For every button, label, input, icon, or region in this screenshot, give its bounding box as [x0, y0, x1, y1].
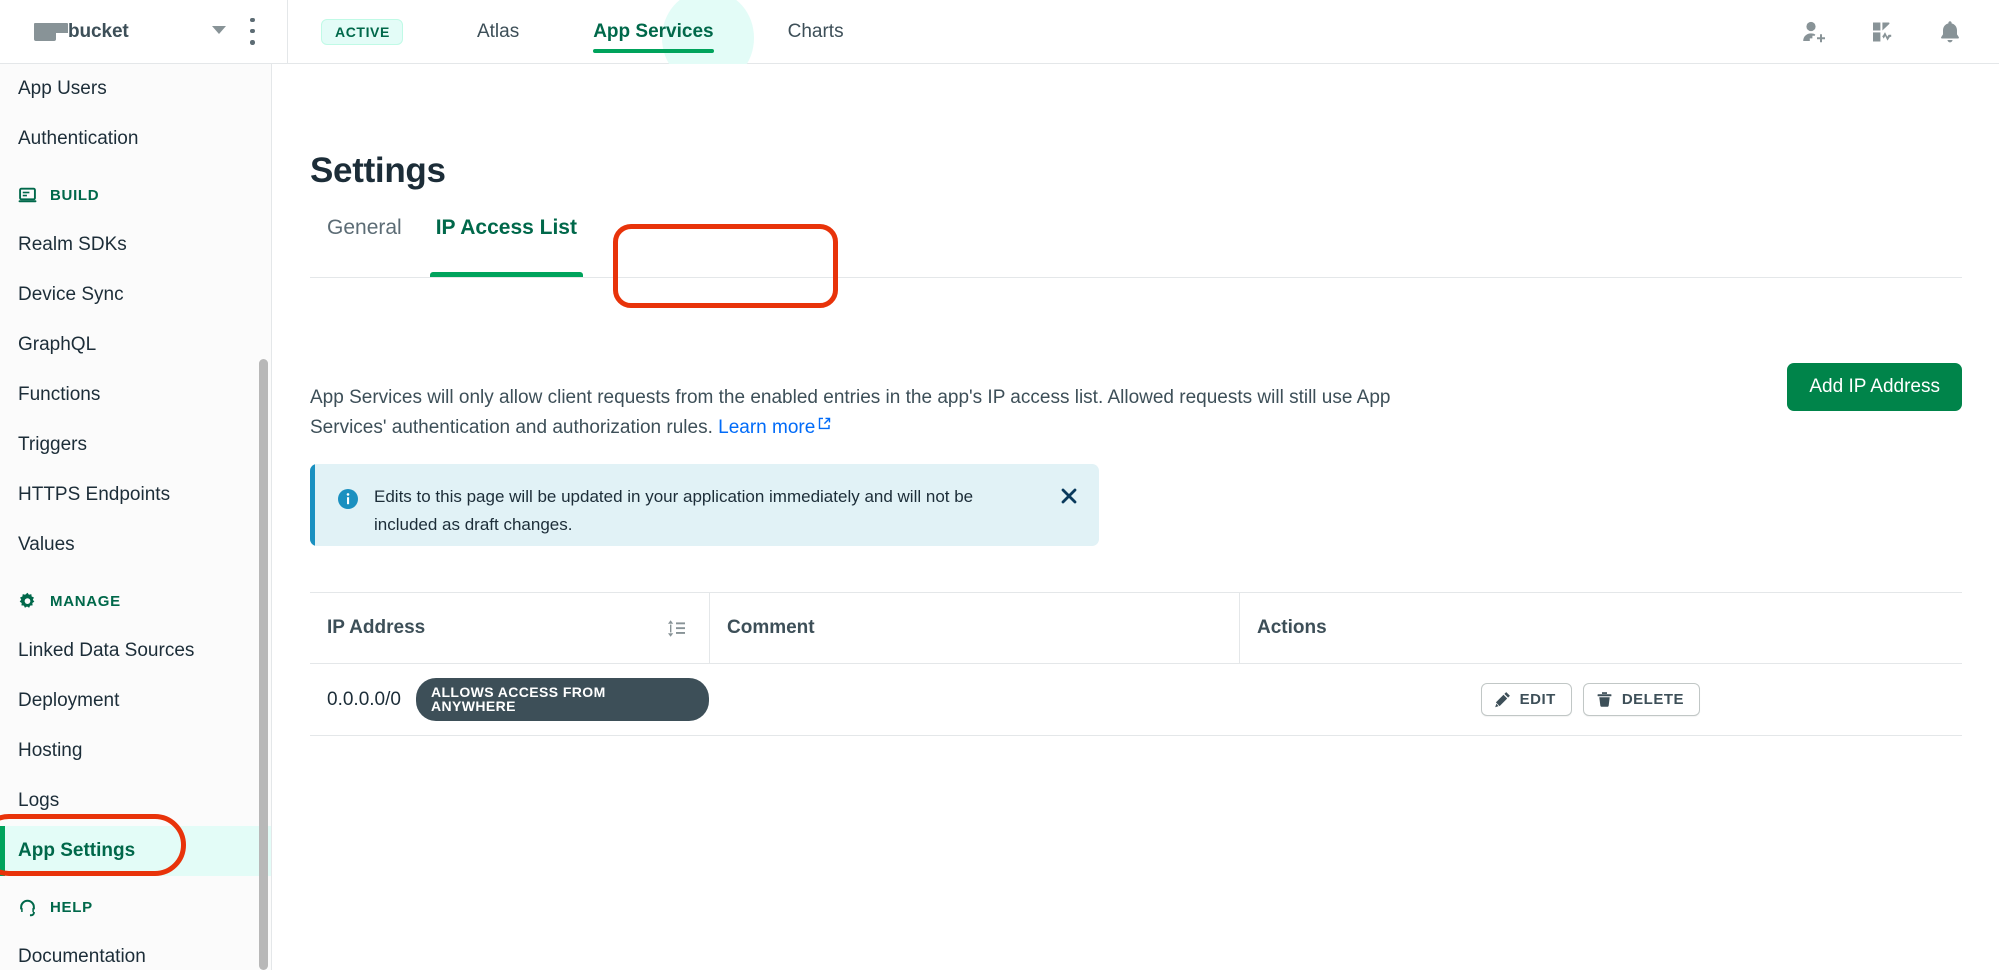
info-circle-icon: [338, 489, 358, 509]
table-cell-actions: EDIT DELETE: [1239, 683, 1962, 716]
settings-tabs: General IP Access List: [310, 206, 1962, 278]
product-nav: Atlas App Services Charts: [477, 0, 844, 84]
headset-icon: [18, 898, 37, 917]
top-divider: [287, 0, 288, 64]
sidebar-item-realm-sdks[interactable]: Realm SDKs: [0, 220, 271, 270]
laptop-icon: [18, 186, 37, 205]
top-navigation-bar: bucket ACTIVE Atlas App Services Charts: [0, 0, 1999, 84]
trash-icon: [1596, 691, 1613, 708]
sidebar-item-hosting[interactable]: Hosting: [0, 726, 271, 776]
sidebar-section-label: BUILD: [50, 186, 100, 204]
learn-more-link[interactable]: Learn more: [718, 417, 831, 438]
folder-icon: [34, 22, 68, 41]
learn-more-label: Learn more: [718, 417, 816, 438]
table-header-actions: Actions: [1239, 593, 1962, 663]
gear-icon: [18, 592, 37, 611]
nav-item-atlas[interactable]: Atlas: [477, 0, 519, 64]
sidebar-items: App Users Authentication BUILD Realm SDK…: [0, 64, 271, 970]
info-banner-text: Edits to this page will be updated in yo…: [374, 487, 974, 534]
status-badge: ACTIVE: [321, 18, 403, 45]
table-row: 0.0.0.0/0 ALLOWS ACCESS FROM ANYWHERE ED…: [310, 664, 1962, 736]
sidebar-item-linked-data-sources[interactable]: Linked Data Sources: [0, 626, 271, 676]
sidebar-section-label: HELP: [50, 898, 93, 916]
sidebar-section-manage: MANAGE: [0, 576, 271, 626]
left-sidebar: App Users Authentication BUILD Realm SDK…: [0, 64, 272, 970]
sidebar-item-functions[interactable]: Functions: [0, 370, 271, 420]
external-link-icon: [818, 417, 831, 430]
ip-address-value: 0.0.0.0/0: [327, 688, 401, 710]
sidebar-item-app-users[interactable]: App Users: [0, 64, 271, 114]
page-title: Settings: [310, 151, 446, 191]
table-cell-ip-address: 0.0.0.0/0 ALLOWS ACCESS FROM ANYWHERE: [310, 678, 709, 721]
invite-user-icon[interactable]: [1801, 19, 1827, 45]
table-header-comment: Comment: [709, 593, 1239, 663]
sidebar-item-https-endpoints[interactable]: HTTPS Endpoints: [0, 470, 271, 520]
project-name: bucket: [68, 20, 129, 42]
sidebar-item-app-settings[interactable]: App Settings: [0, 826, 271, 876]
edit-button[interactable]: EDIT: [1480, 683, 1572, 716]
sidebar-item-deployment[interactable]: Deployment: [0, 676, 271, 726]
edit-button-label: EDIT: [1519, 691, 1556, 708]
table-header-row: IP Address Comment Actions: [310, 592, 1962, 664]
sidebar-section-help: HELP: [0, 882, 271, 932]
main-content: Settings General IP Access List App Serv…: [272, 64, 1999, 970]
bell-icon[interactable]: [1937, 19, 1963, 45]
sidebar-item-device-sync[interactable]: Device Sync: [0, 270, 271, 320]
tab-ip-access-list[interactable]: IP Access List: [419, 206, 594, 277]
sidebar-section-build: BUILD: [0, 170, 271, 220]
ip-access-list-table: IP Address Comment Actions 0.0.0.0/0 ALL…: [310, 592, 1962, 736]
page-description: App Services will only allow client requ…: [310, 383, 1410, 443]
table-header-label: IP Address: [327, 617, 426, 638]
table-header-ip-address: IP Address: [310, 593, 709, 663]
nav-item-charts[interactable]: Charts: [788, 0, 844, 64]
sidebar-item-logs[interactable]: Logs: [0, 776, 271, 826]
top-bar-icons: [1801, 0, 1963, 64]
sort-icon[interactable]: [666, 618, 687, 639]
sidebar-item-values[interactable]: Values: [0, 520, 271, 570]
delete-button-label: DELETE: [1621, 691, 1684, 708]
sidebar-item-authentication[interactable]: Authentication: [0, 114, 271, 164]
activity-feed-icon[interactable]: [1869, 19, 1895, 45]
page-description-text: App Services will only allow client requ…: [310, 387, 1391, 438]
sidebar-item-graphql[interactable]: GraphQL: [0, 320, 271, 370]
add-ip-address-button[interactable]: Add IP Address: [1787, 363, 1962, 411]
pencil-icon: [1494, 691, 1511, 708]
access-badge: ALLOWS ACCESS FROM ANYWHERE: [415, 678, 709, 721]
info-banner: Edits to this page will be updated in yo…: [310, 464, 1099, 546]
sidebar-section-label: MANAGE: [50, 592, 121, 610]
chevron-down-icon[interactable]: [212, 25, 226, 34]
sidebar-item-triggers[interactable]: Triggers: [0, 420, 271, 470]
sidebar-scrollbar[interactable]: [259, 359, 268, 970]
vertical-ellipsis-icon[interactable]: [250, 17, 255, 45]
sidebar-item-documentation[interactable]: Documentation: [0, 932, 271, 970]
project-selector[interactable]: bucket: [0, 0, 287, 64]
delete-button[interactable]: DELETE: [1582, 683, 1700, 716]
close-icon[interactable]: [1059, 486, 1079, 506]
nav-item-app-services[interactable]: App Services: [593, 0, 715, 64]
tab-general[interactable]: General: [310, 206, 419, 277]
